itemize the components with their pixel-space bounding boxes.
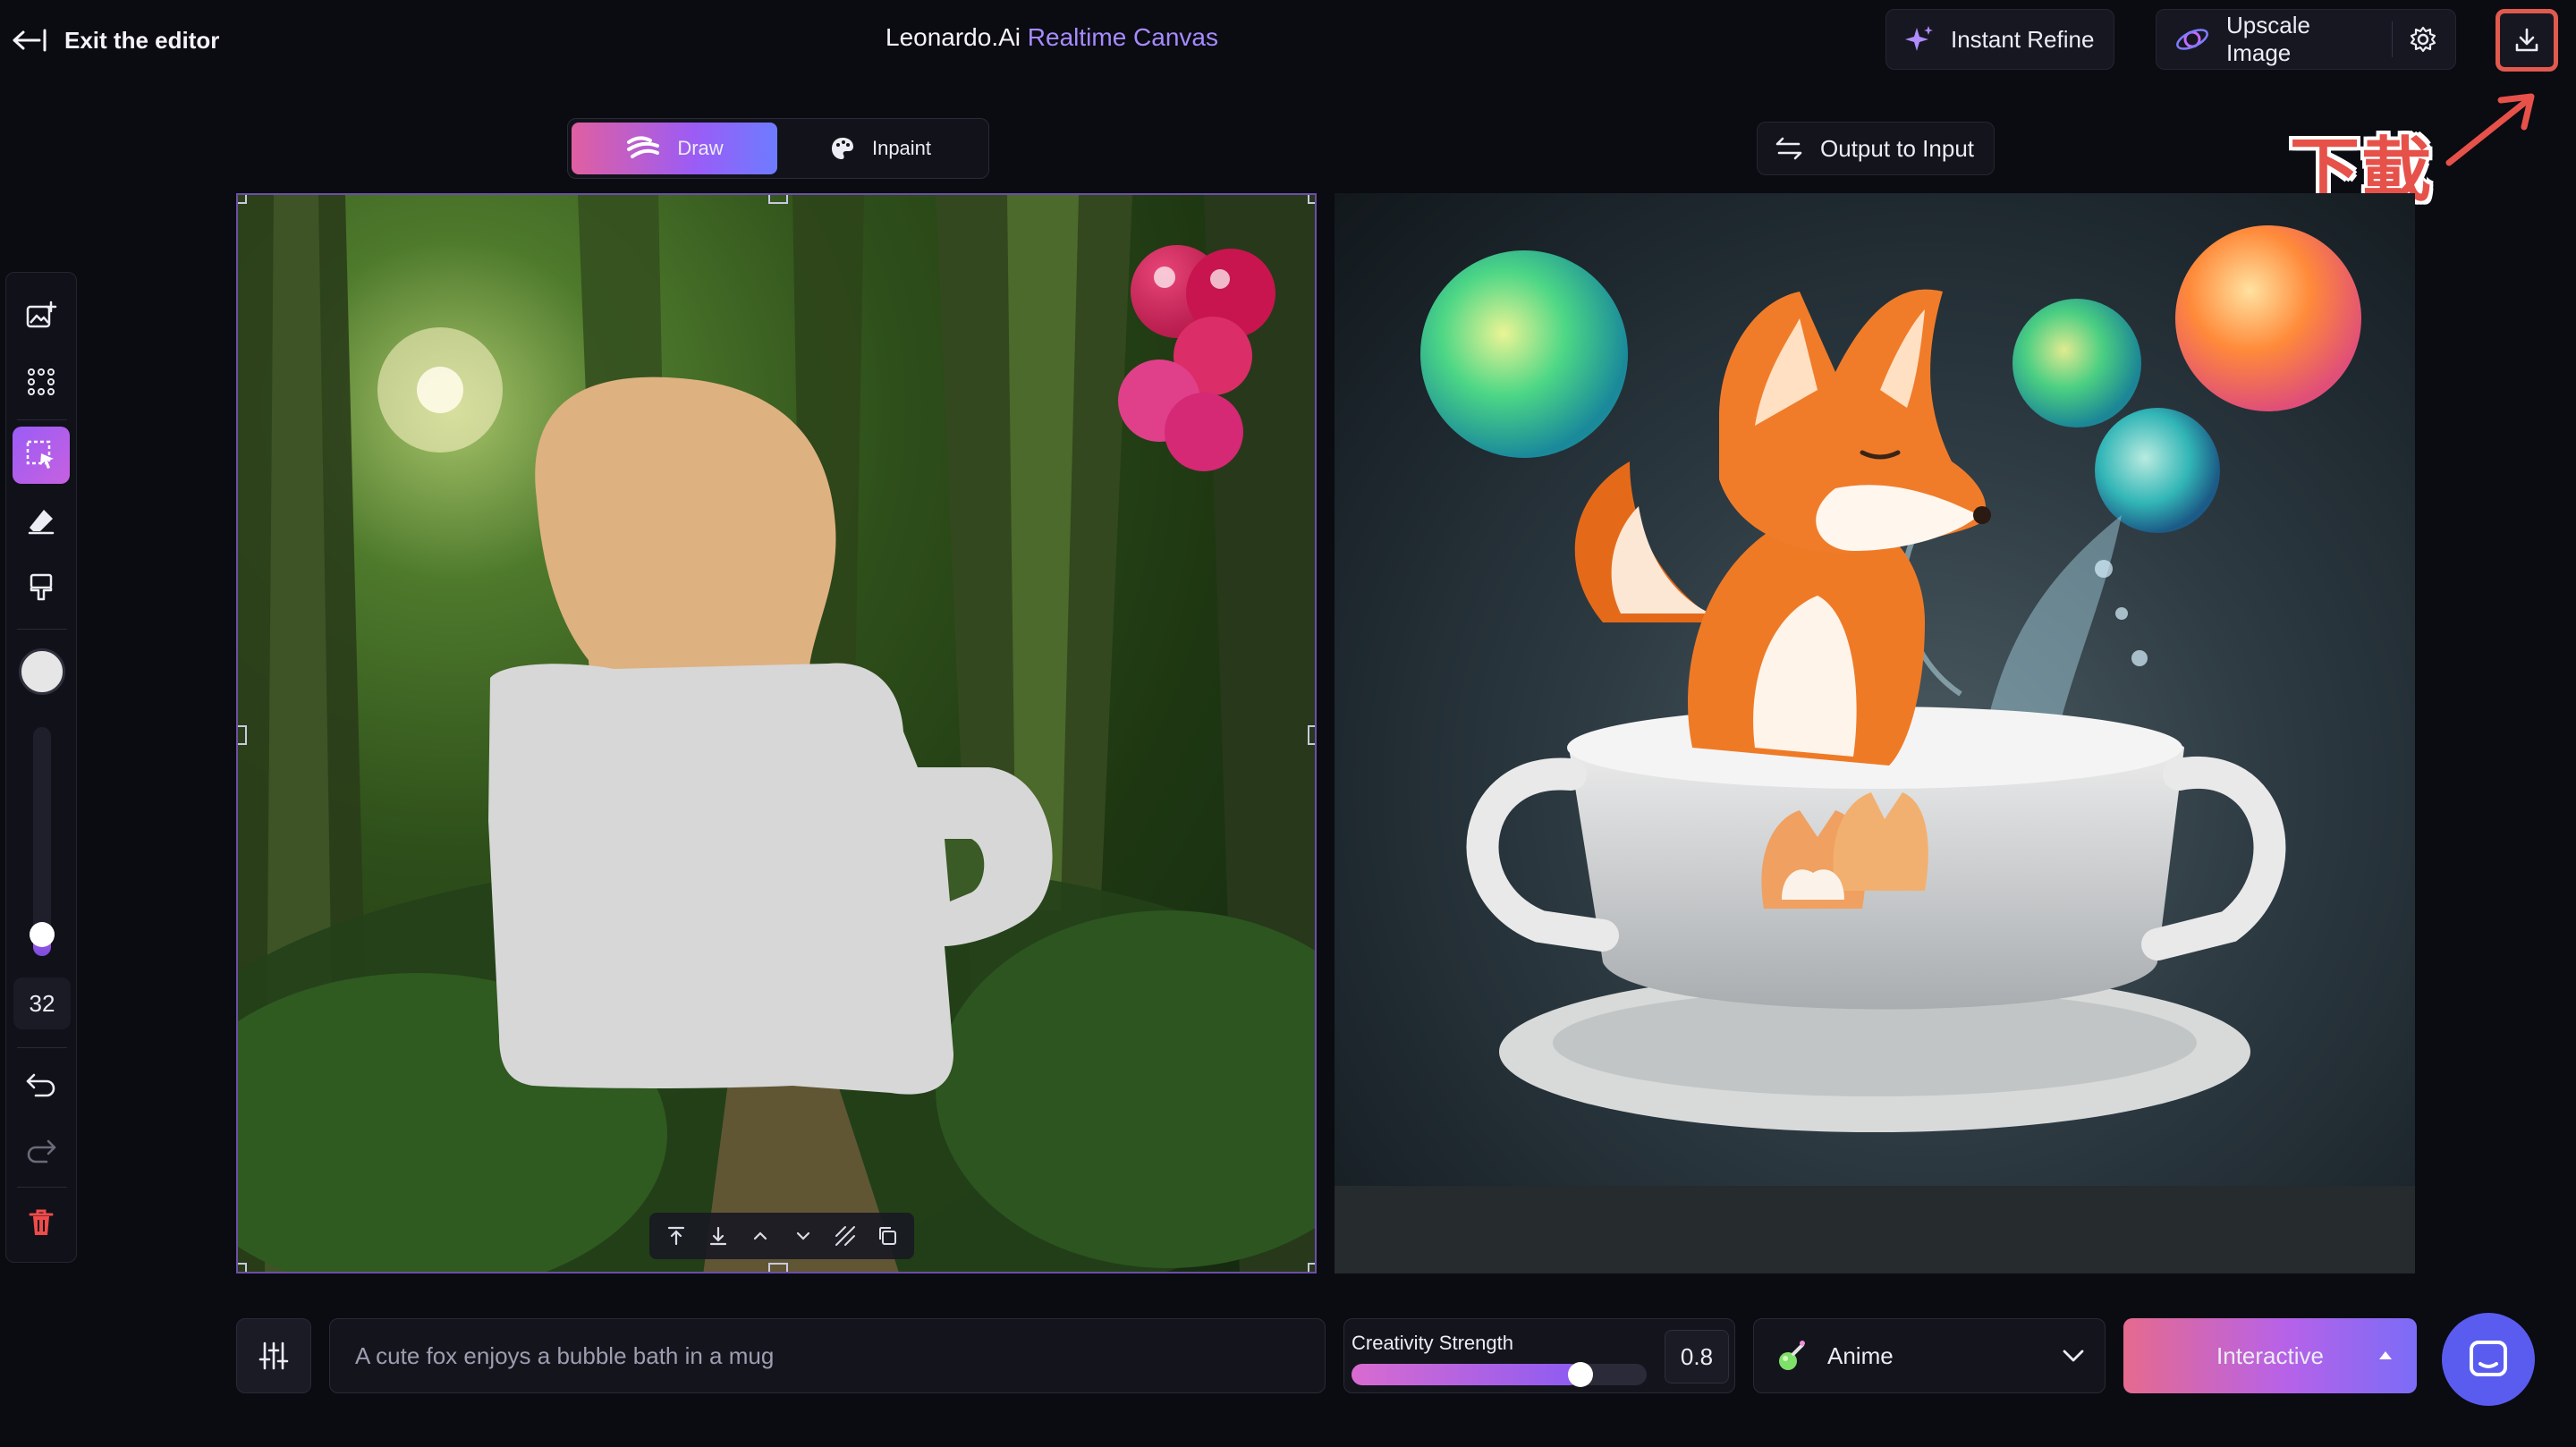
draw-scribble-icon: [625, 135, 661, 162]
creativity-slider[interactable]: [1352, 1362, 1647, 1387]
inpaint-label: Inpaint: [871, 137, 932, 159]
drawing-canvas[interactable]: [236, 193, 1317, 1274]
output-to-input-label: Output to Input: [1820, 134, 1975, 162]
toolbar-divider: [17, 1187, 67, 1188]
upscale-divider: [2392, 21, 2393, 57]
bring-to-front-icon: [665, 1225, 687, 1247]
tab-inpaint[interactable]: Inpaint: [777, 123, 983, 174]
brush-size-thumb[interactable]: [30, 921, 55, 947]
send-backward-button[interactable]: [785, 1218, 821, 1254]
title-main: Leonardo.Ai: [886, 23, 1021, 51]
creativity-fill: [1352, 1364, 1580, 1385]
chevron-up-icon: [750, 1225, 771, 1247]
generate-mode-label: Interactive: [2216, 1341, 2324, 1369]
select-cursor-icon: [25, 439, 57, 471]
redo-icon: [25, 1138, 57, 1164]
undo-icon: [25, 1071, 57, 1098]
page-title: Leonardo.Ai Realtime Canvas: [0, 23, 2104, 52]
download-icon: [2513, 27, 2540, 54]
upscale-image-label: Upscale Image: [2226, 12, 2310, 66]
resize-handle[interactable]: [768, 195, 788, 204]
forest-scene: [238, 195, 1315, 1272]
draw-label: Draw: [677, 137, 724, 159]
bring-to-front-button[interactable]: [658, 1218, 694, 1254]
chat-support-button[interactable]: [2442, 1313, 2535, 1406]
generation-settings-button[interactable]: [236, 1318, 311, 1393]
creativity-strength-control: Creativity Strength 0.8: [1343, 1318, 1735, 1393]
style-label: Anime: [1827, 1341, 1894, 1369]
output-to-input-button[interactable]: Output to Input: [1757, 122, 1995, 175]
instant-refine-label: Instant Refine: [1951, 25, 2095, 53]
chevron-down-icon: [2062, 1349, 2085, 1363]
title-accent: Realtime Canvas: [1027, 23, 1218, 51]
paint-brush-icon: [26, 572, 56, 603]
annotation-arrow: [2442, 89, 2540, 170]
output-canvas: [1335, 193, 2415, 1274]
resize-handle[interactable]: [238, 195, 247, 204]
download-button[interactable]: [2496, 9, 2558, 72]
trash-icon: [28, 1207, 55, 1238]
tool-eraser[interactable]: [13, 493, 70, 550]
generate-mode-button[interactable]: Interactive: [2123, 1318, 2417, 1393]
toolbar-divider: [17, 419, 67, 420]
toolbar-divider: [17, 1047, 67, 1048]
layer-toolbar: [649, 1213, 914, 1259]
undo-button[interactable]: [13, 1056, 70, 1113]
delete-button[interactable]: [13, 1194, 70, 1251]
upscale-orbit-icon: [2174, 21, 2210, 57]
instant-refine-button[interactable]: Instant Refine: [1885, 9, 2114, 70]
mode-toggle: Draw Inpaint: [567, 118, 989, 179]
tool-paint-brush[interactable]: [13, 559, 70, 616]
send-to-back-icon: [708, 1225, 729, 1247]
upscale-image-button[interactable]: Upscale Image: [2156, 9, 2456, 70]
chat-icon: [2466, 1337, 2511, 1382]
fox-in-mug-image: [1335, 225, 2415, 1274]
opacity-button[interactable]: [827, 1218, 863, 1254]
toolbar-divider: [17, 629, 67, 630]
potion-icon: [1774, 1338, 1809, 1374]
style-select[interactable]: Anime: [1753, 1318, 2106, 1393]
brush-size-slider[interactable]: [30, 727, 55, 956]
palette-icon: [829, 135, 856, 162]
copy-icon: [877, 1225, 898, 1247]
chevron-down-icon: [792, 1225, 814, 1247]
grid-dots-icon: [26, 367, 56, 397]
sliders-icon: [258, 1340, 290, 1372]
creativity-label: Creativity Strength: [1352, 1332, 1513, 1354]
brush-color-swatch[interactable]: [19, 648, 65, 695]
redo-button[interactable]: [13, 1122, 70, 1180]
tool-grid[interactable]: [13, 353, 70, 410]
caret-up-icon[interactable]: [2377, 1349, 2394, 1361]
eraser-icon: [26, 506, 56, 537]
swap-arrows-icon: [1774, 136, 1804, 161]
add-image-icon: [25, 300, 57, 332]
hatch-icon: [834, 1224, 857, 1248]
fox: [1574, 289, 1991, 766]
bring-forward-button[interactable]: [742, 1218, 778, 1254]
duplicate-button[interactable]: [869, 1218, 905, 1254]
left-toolbar: 32: [5, 272, 77, 1263]
tool-select[interactable]: [13, 427, 70, 484]
tool-add-image[interactable]: [13, 287, 70, 344]
resize-handle[interactable]: [238, 725, 247, 745]
brush-size-value[interactable]: 32: [13, 977, 71, 1029]
creativity-thumb[interactable]: [1567, 1362, 1593, 1387]
send-to-back-button[interactable]: [700, 1218, 736, 1254]
tab-draw[interactable]: Draw: [572, 123, 777, 174]
creativity-value[interactable]: 0.8: [1665, 1330, 1729, 1384]
gear-icon[interactable]: [2409, 25, 2437, 54]
sparkle-icon: [1904, 24, 1935, 55]
prompt-input[interactable]: [329, 1318, 1326, 1393]
